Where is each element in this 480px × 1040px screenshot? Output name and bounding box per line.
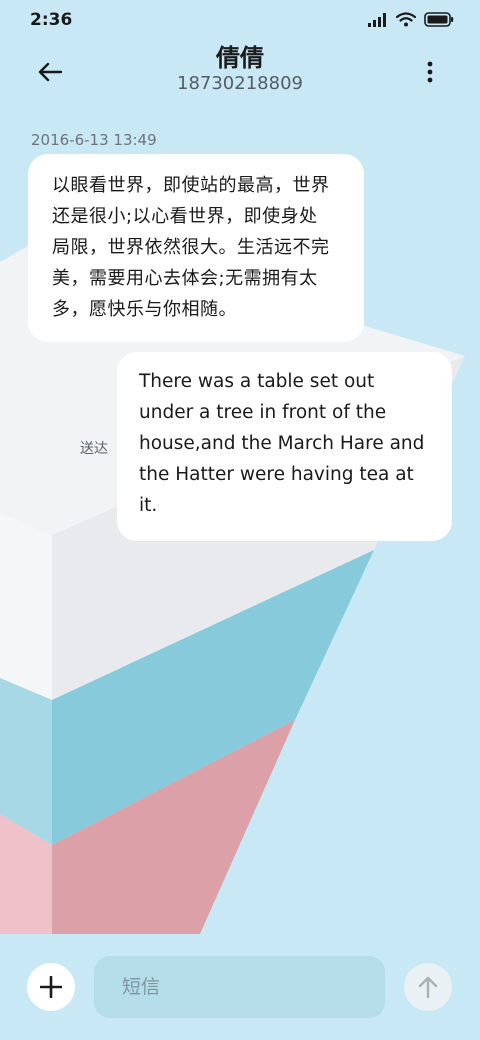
send-button[interactable] bbox=[404, 963, 452, 1011]
message-line: house,and the March Hare and bbox=[139, 433, 425, 454]
attach-button[interactable] bbox=[27, 963, 75, 1011]
battery-icon bbox=[424, 12, 454, 27]
delivery-status: 送达 bbox=[80, 441, 108, 457]
arrow-up-icon bbox=[418, 976, 438, 999]
message-line: the Hatter were having tea at bbox=[139, 464, 414, 485]
message-line: There was a table set out bbox=[139, 371, 375, 392]
back-button[interactable] bbox=[30, 52, 70, 92]
more-vertical-icon bbox=[427, 61, 433, 83]
message-line: 局限，世界依然很大。生活远不完 bbox=[52, 237, 330, 258]
wifi-icon bbox=[396, 12, 416, 27]
signal-icon bbox=[368, 12, 386, 27]
plus-icon bbox=[40, 976, 62, 998]
status-bar: 2:36 bbox=[0, 0, 480, 44]
back-arrow-icon bbox=[38, 62, 63, 82]
outgoing-message-bubble[interactable]: There was a table set out under a tree i… bbox=[117, 352, 452, 541]
message-timestamp: 2016-6-13 13:49 bbox=[31, 131, 157, 149]
message-line: 还是很小;以心看世界，即使身处 bbox=[52, 206, 318, 227]
incoming-message-bubble[interactable]: 以眼看世界，即使站的最高，世界 还是很小;以心看世界，即使身处 局限，世界依然很… bbox=[28, 154, 364, 342]
message-line: 多，愿快乐与你相随。 bbox=[52, 299, 237, 320]
contact-name: 倩倩 bbox=[216, 44, 264, 72]
message-line: 美，需要用心去体会;无需拥有太 bbox=[52, 268, 318, 289]
status-icons bbox=[368, 12, 454, 27]
message-input[interactable] bbox=[94, 956, 385, 1018]
status-time: 2:36 bbox=[30, 10, 73, 30]
contact-number: 18730218809 bbox=[177, 73, 303, 94]
message-line: 以眼看世界，即使站的最高，世界 bbox=[52, 175, 330, 196]
contact-title: 倩倩 18730218809 bbox=[90, 44, 390, 95]
message-composer bbox=[0, 934, 480, 1040]
message-line: it. bbox=[139, 495, 158, 516]
more-options-button[interactable] bbox=[410, 52, 450, 92]
message-line: under a tree in front of the bbox=[139, 402, 387, 423]
conversation-header: 倩倩 18730218809 bbox=[0, 44, 480, 100]
